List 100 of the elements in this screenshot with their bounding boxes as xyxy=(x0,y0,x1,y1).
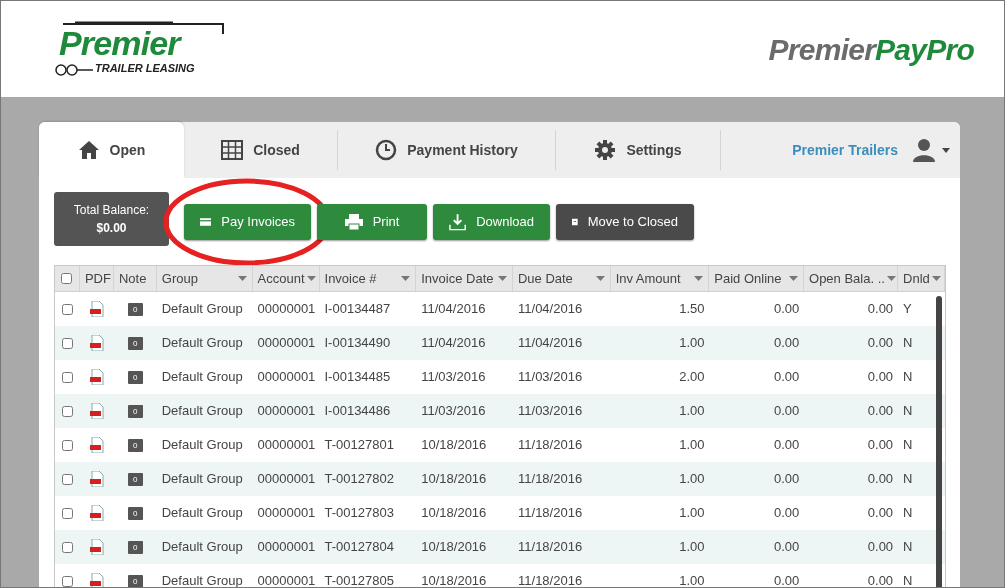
column-label: Group xyxy=(161,269,198,288)
pdf-icon[interactable] xyxy=(89,505,104,521)
row-checkbox[interactable] xyxy=(61,473,73,485)
column-header[interactable]: Note xyxy=(113,266,157,291)
column-label: Open Bala. .. xyxy=(809,269,885,288)
pdf-icon[interactable] xyxy=(89,539,104,555)
table-cell-text: 1.00 xyxy=(678,402,706,421)
table-cell-text: 00000001 xyxy=(256,300,317,319)
table-cell-text: 00000001 xyxy=(256,470,317,489)
table-cell-text: Default Group xyxy=(160,368,244,387)
pdf-icon[interactable] xyxy=(89,437,104,453)
column-header[interactable]: Paid Online xyxy=(709,266,804,291)
pdf-icon[interactable] xyxy=(89,369,104,385)
table-cell-text: 11/04/2016 xyxy=(420,300,487,319)
table-cell-text: 2.00 xyxy=(678,368,706,387)
pdf-icon[interactable] xyxy=(89,471,104,487)
table-cell-text: 0.00 xyxy=(773,504,801,523)
column-header[interactable]: Invoice # xyxy=(319,266,417,291)
action-button[interactable]: Print xyxy=(317,204,427,240)
tab[interactable]: Open xyxy=(39,122,184,178)
row-checkbox[interactable] xyxy=(61,541,73,553)
note-count-icon[interactable]: 0 xyxy=(127,370,143,384)
table-cell-text: 11/04/2016 xyxy=(517,300,584,319)
select-all-checkbox[interactable] xyxy=(61,273,73,284)
column-label: Invoice Date xyxy=(421,269,494,288)
pdf-icon[interactable] xyxy=(89,335,104,351)
note-count-icon[interactable]: 0 xyxy=(127,540,143,554)
note-count-icon[interactable]: 0 xyxy=(127,302,143,316)
note-count-icon[interactable]: 0 xyxy=(127,472,143,486)
table-cell-text: 00000001 xyxy=(256,402,317,421)
pdf-icon[interactable] xyxy=(89,403,104,419)
table-cell-text: N xyxy=(902,572,914,587)
column-header[interactable]: Open Bala. .. xyxy=(804,266,898,291)
table-cell-text: I-00134487 xyxy=(323,300,392,319)
column-header[interactable]: Dnld xyxy=(898,266,945,291)
row-checkbox[interactable] xyxy=(61,507,73,519)
user-avatar-icon xyxy=(912,138,936,162)
action-button[interactable]: Pay Invoices xyxy=(184,204,311,240)
table-cell-text: T-00127801 xyxy=(323,436,395,455)
column-header[interactable]: Invoice Date xyxy=(416,266,513,291)
note-count-icon[interactable]: 0 xyxy=(127,574,143,587)
company-tagline: TRAILER LEASING xyxy=(95,62,195,74)
row-checkbox[interactable] xyxy=(61,575,73,587)
table-cell-text: Y xyxy=(902,300,913,319)
row-checkbox[interactable] xyxy=(61,303,73,315)
row-checkbox[interactable] xyxy=(61,337,73,349)
table-cell-text: T-00127805 xyxy=(323,572,395,587)
table-cell-text: 0.00 xyxy=(866,300,895,319)
row-checkbox[interactable] xyxy=(61,371,73,383)
table-cell-text: 0.00 xyxy=(773,334,801,353)
pdf-icon[interactable] xyxy=(89,573,104,587)
tab[interactable]: Payment History xyxy=(338,130,556,170)
table-cell-text: 0.00 xyxy=(773,572,801,587)
table-cell-text: 0.00 xyxy=(866,334,895,353)
row-checkbox[interactable] xyxy=(61,439,73,451)
column-label: Invoice # xyxy=(324,269,377,288)
column-header[interactable]: Due Date xyxy=(512,266,611,291)
table-cell-text: 0.00 xyxy=(866,368,895,387)
table-cell-text: T-00127804 xyxy=(323,538,395,557)
table-cell-text: 11/03/2016 xyxy=(517,402,584,421)
table-cell-text: 11/03/2016 xyxy=(420,402,487,421)
grid-icon xyxy=(221,140,244,160)
table-cell-text: I-00134490 xyxy=(323,334,392,353)
table-cell-text: Default Group xyxy=(160,334,244,353)
tab[interactable]: Settings xyxy=(556,130,721,170)
note-count-icon[interactable]: 0 xyxy=(127,336,143,350)
table-cell-text: 11/04/2016 xyxy=(420,334,487,353)
table-cell-text: N xyxy=(902,504,914,523)
table-cell-text: 1.00 xyxy=(678,572,706,587)
home-icon xyxy=(77,140,100,160)
table-cell-text: 1.00 xyxy=(678,334,706,353)
table-cell-text: 00000001 xyxy=(256,538,317,557)
table-cell-text: 0.00 xyxy=(773,300,801,319)
column-header[interactable]: Inv Amount xyxy=(610,266,710,291)
table-cell-text: 1.00 xyxy=(678,504,706,523)
table-cell-text: 1.00 xyxy=(678,470,706,489)
column-label: Note xyxy=(118,269,147,288)
table-cell-text: Default Group xyxy=(160,504,244,523)
tab[interactable]: Closed xyxy=(184,130,338,170)
pdf-icon[interactable] xyxy=(89,301,104,317)
table-cell-text: 00000001 xyxy=(256,504,317,523)
user-menu-button[interactable] xyxy=(912,138,950,162)
scrollbar-thumb[interactable] xyxy=(936,296,942,587)
column-header[interactable]: Account xyxy=(252,266,320,291)
total-balance-label: Total Balance: xyxy=(73,202,150,219)
table-cell-text: N xyxy=(902,368,914,387)
note-count-icon[interactable]: 0 xyxy=(127,506,143,520)
note-count-icon[interactable]: 0 xyxy=(127,438,143,452)
table-cell-text: 0.00 xyxy=(866,538,895,557)
action-button[interactable]: Move to Closed xyxy=(556,204,694,240)
column-label: Inv Amount xyxy=(615,269,681,288)
card-icon xyxy=(200,216,212,228)
table-cell-text: 10/18/2016 xyxy=(420,470,488,489)
row-checkbox[interactable] xyxy=(61,405,73,417)
note-count-icon[interactable]: 0 xyxy=(127,404,143,418)
table-cell-text: Default Group xyxy=(160,436,244,455)
table-cell-text: 1.00 xyxy=(678,538,706,557)
action-button[interactable]: Download xyxy=(433,204,550,240)
column-header[interactable]: Group xyxy=(156,266,253,291)
column-header[interactable]: PDF xyxy=(79,266,114,291)
